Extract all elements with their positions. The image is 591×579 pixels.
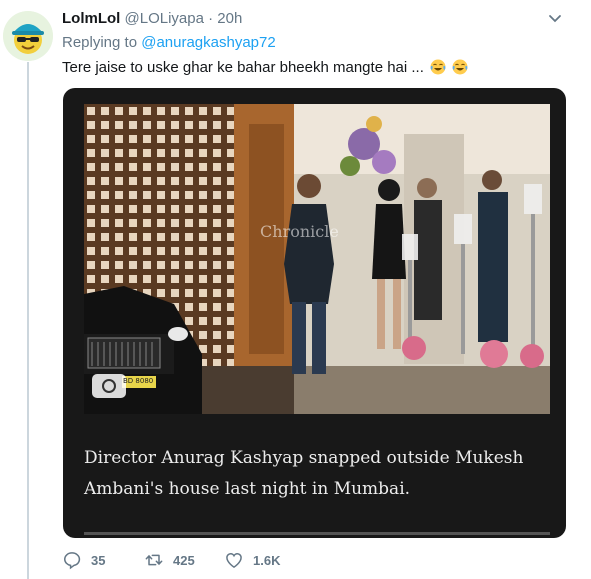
camera-icon [92,374,126,398]
reply-button[interactable]: 35 [62,549,105,571]
avatar[interactable] [3,11,53,61]
license-plate-text: BD 8080 [123,377,154,385]
face-with-tears-of-joy-icon [452,59,468,75]
divider [84,532,550,535]
retweet-icon [145,554,163,566]
replying-prefix: Replying to [62,34,138,51]
like-count: 1.6K [253,552,281,568]
watermark-text: Chronicle [260,222,339,241]
chevron-down-icon[interactable] [547,10,563,26]
media-card[interactable]: Chronicle BD 8080 Director Anurag Kashya… [63,88,566,538]
timestamp[interactable]: 20h [217,10,242,27]
retweet-button[interactable]: 425 [144,549,195,571]
tweet-header: LolmLol @LOLiyapa · 20h [62,10,242,28]
replying-to: Replying to @anuragkashyap72 [62,34,276,51]
retweet-count: 425 [173,552,195,568]
media-caption: Director Anurag Kashyap snapped outside … [84,448,524,499]
thread-line [27,62,29,579]
tweet-text: Tere jaise to uske ghar ke bahar bheekh … [62,59,468,77]
tweet-text-body: Tere jaise to uske ghar ke bahar bheekh … [62,59,424,76]
like-button[interactable]: 1.6K [224,549,280,571]
display-name[interactable]: LolmLol [62,10,120,27]
avatar-face-icon [3,11,53,61]
face-with-tears-of-joy-icon [430,59,446,75]
heart-icon [226,552,242,568]
reply-count: 35 [91,552,106,568]
user-handle[interactable]: @LOLiyapa [125,10,204,27]
separator-dot: · [208,10,214,27]
mention-link[interactable]: @anuragkashyap72 [141,34,276,51]
reply-icon [63,552,81,570]
media-photo[interactable]: Chronicle BD 8080 [84,104,550,414]
